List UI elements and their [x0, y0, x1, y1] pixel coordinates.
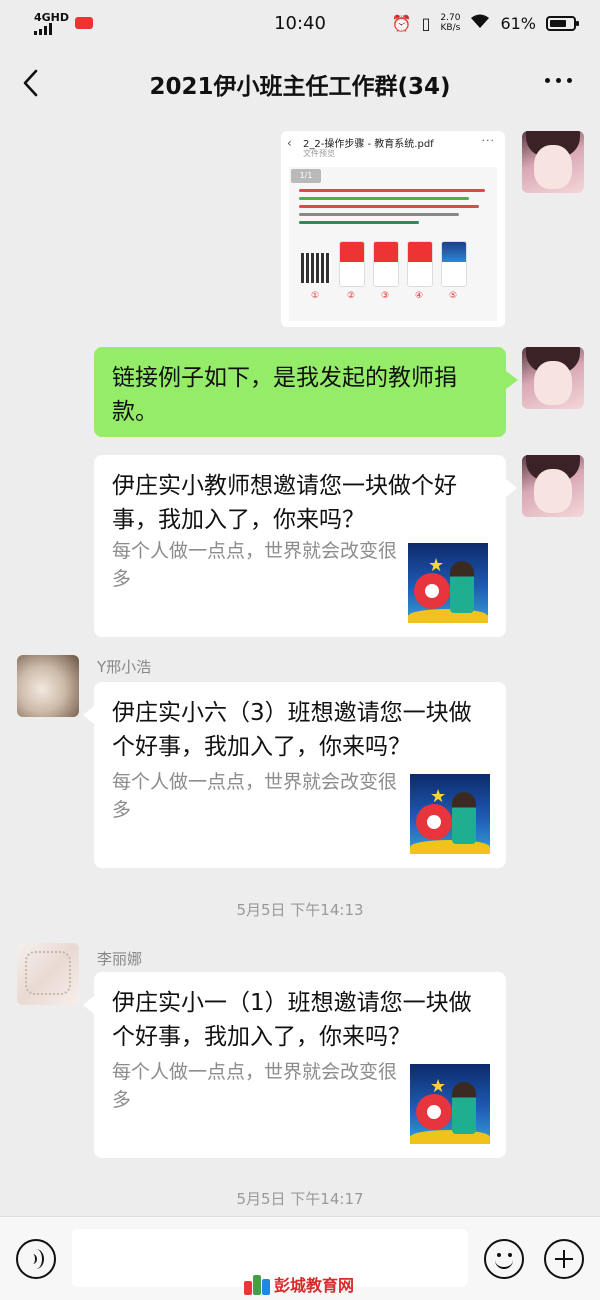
dot-icon: [545, 78, 550, 83]
signal-icon: [34, 22, 69, 35]
preview-text-line: [299, 197, 469, 200]
sender-avatar[interactable]: [17, 943, 79, 1005]
link-card-description: 每个人做一点点，世界就会改变很多: [112, 540, 398, 590]
app-notification-icon: [75, 17, 94, 29]
link-card-message[interactable]: 伊庄实小六（3）班想邀请您一块做个好事，我加入了，你来吗？ 每个人做一点点，世界…: [83, 682, 506, 868]
back-button[interactable]: [20, 68, 42, 98]
more-options-button[interactable]: [545, 78, 572, 83]
step-number: ④: [415, 291, 424, 301]
file-message-card[interactable]: ‹ 2_2-操作步骤 - 教育系统.pdf 文件预览 ··· 1/1 ① ② ③…: [281, 131, 505, 327]
chat-header: 2021伊小班主任工作群(34): [0, 50, 600, 118]
avatar-face: [534, 469, 572, 513]
more-functions-button[interactable]: [544, 1239, 584, 1279]
file-subtitle: 文件预览: [303, 149, 335, 158]
my-avatar[interactable]: [522, 455, 584, 517]
file-header: ‹ 2_2-操作步骤 - 教育系统.pdf 文件预览 ···: [281, 131, 505, 161]
avatar-face: [534, 361, 572, 405]
text-message-bubble[interactable]: 链接例子如下，是我发起的教师捐款。: [94, 347, 518, 437]
sender-avatar[interactable]: [17, 655, 79, 717]
link-card-description: 每个人做一点点，世界就会改变很多: [112, 771, 398, 821]
link-card-title: 伊庄实小教师想邀请您一块做个好事，我加入了，你来吗？: [112, 473, 457, 533]
network-type: 4GHD: [34, 10, 70, 24]
sender-name: 李丽娜: [97, 950, 143, 968]
preview-text-line: [299, 189, 485, 192]
qr-code-icon: [301, 253, 331, 283]
status-left: 4GHD: [34, 10, 94, 35]
chevron-left-icon: [23, 69, 38, 97]
site-watermark: 彭城教育网: [244, 1272, 354, 1296]
battery-percent: 61%: [500, 13, 536, 33]
link-card-title: 伊庄实小一（1）班想邀请您一块做个好事，我加入了，你来吗？: [112, 990, 472, 1050]
message-text: 链接例子如下，是我发起的教师捐款。: [112, 365, 457, 425]
emoji-button[interactable]: [484, 1239, 524, 1279]
my-avatar[interactable]: [522, 347, 584, 409]
status-right: ⏰ ▯ 2.70 KB/s 61%: [391, 13, 579, 33]
more-icon: ···: [481, 134, 495, 147]
emoji-eye: [508, 1253, 512, 1257]
link-card-title: 伊庄实小六（3）班想邀请您一块做个好事，我加入了，你来吗？: [112, 700, 472, 760]
emoji-eye: [497, 1253, 501, 1257]
step-number: ③: [381, 291, 390, 301]
avatar-image: [25, 951, 71, 995]
back-arrow-icon: ‹: [287, 136, 292, 150]
message-timestamp: 5月5日 下午14:17: [236, 1190, 364, 1208]
step-screenshot: [441, 241, 467, 287]
preview-text-line: [299, 205, 479, 208]
link-card-thumbnail: ★: [410, 774, 490, 854]
wifi-icon: [470, 13, 490, 33]
vibrate-icon: ▯: [421, 13, 431, 33]
sender-name: Y邢小浩: [97, 658, 152, 676]
speed-value: 2.70: [440, 13, 461, 23]
dot-icon: [567, 78, 572, 83]
file-preview-page: 1/1 ① ② ③ ④ ⑤: [289, 167, 497, 321]
chat-title: 2021伊小班主任工作群(34): [149, 74, 451, 100]
link-card-description: 每个人做一点点，世界就会改变很多: [112, 1061, 398, 1111]
dot-icon: [556, 78, 561, 83]
preview-text-line: [299, 213, 459, 216]
voice-input-button[interactable]: [16, 1239, 56, 1279]
my-avatar[interactable]: [522, 131, 584, 193]
step-number: ⑤: [449, 291, 458, 301]
speed-unit: KB/s: [440, 23, 461, 33]
network-speed: 2.70 KB/s: [440, 13, 460, 33]
step-screenshot: [373, 241, 399, 287]
page-badge: 1/1: [291, 169, 321, 183]
alarm-icon: ⏰: [391, 13, 412, 33]
avatar-face: [534, 145, 572, 189]
emoji-mouth: [495, 1259, 513, 1269]
step-screenshot: [407, 241, 433, 287]
link-card-thumbnail: ★: [410, 1064, 490, 1144]
status-bar: 4GHD 10:40 ⏰ ▯ 2.70 KB/s 61%: [0, 0, 600, 46]
book-logo-icon: [244, 1273, 270, 1295]
watermark-text: 彭城教育网: [274, 1276, 355, 1295]
step-number: ②: [347, 291, 356, 301]
message-timestamp: 5月5日 下午14:13: [236, 901, 364, 919]
step-screenshot: [339, 241, 365, 287]
battery-icon: [546, 15, 579, 31]
preview-text-line: [299, 221, 419, 224]
link-card-message[interactable]: 伊庄实小一（1）班想邀请您一块做个好事，我加入了，你来吗？ 每个人做一点点，世界…: [83, 972, 506, 1158]
step-number: ①: [311, 291, 320, 301]
link-card-message[interactable]: 伊庄实小教师想邀请您一块做个好事，我加入了，你来吗？ 每个人做一点点，世界就会改…: [94, 455, 517, 637]
link-card-thumbnail: ★: [408, 543, 488, 623]
